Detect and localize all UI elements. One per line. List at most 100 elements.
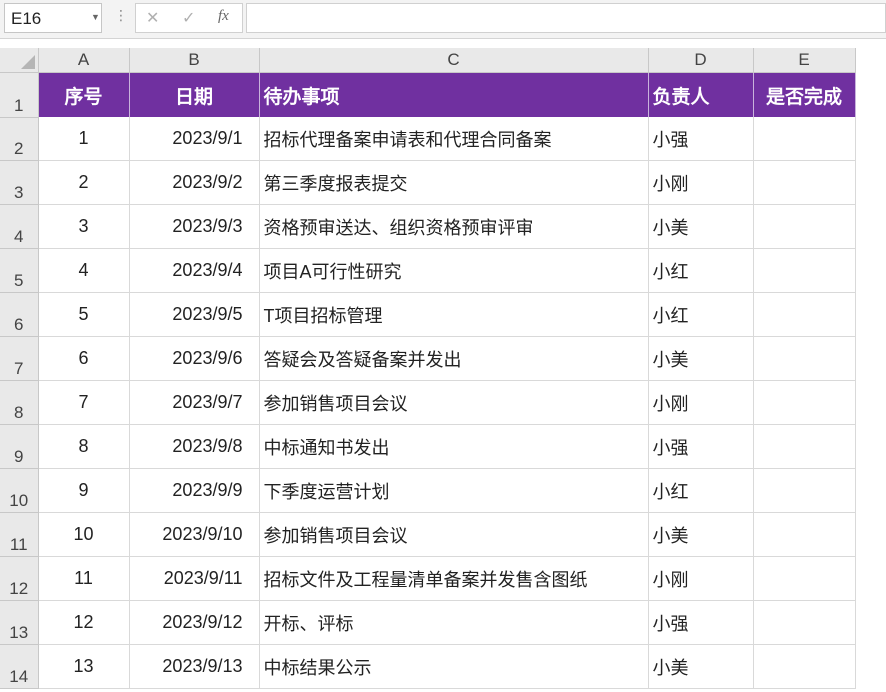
header-cell-owner[interactable]: 负责人 xyxy=(648,72,754,117)
cancel-icon[interactable]: ✕ xyxy=(146,8,159,28)
cell-task[interactable]: T项目招标管理 xyxy=(259,292,649,337)
cell-date[interactable]: 2023/9/3 xyxy=(129,204,260,249)
cell-done[interactable] xyxy=(753,600,856,645)
cell-date[interactable]: 2023/9/10 xyxy=(129,512,260,557)
cell-index[interactable]: 6 xyxy=(38,336,130,381)
cell-task[interactable]: 招标代理备案申请表和代理合同备案 xyxy=(259,117,649,161)
row-header[interactable]: 10 xyxy=(0,468,39,513)
cell-done[interactable] xyxy=(753,468,856,513)
header-cell-date[interactable]: 日期 xyxy=(129,72,260,117)
cell-index[interactable]: 1 xyxy=(38,117,130,161)
cell-task[interactable]: 下季度运营计划 xyxy=(259,468,649,513)
header-cell-done[interactable]: 是否完成 xyxy=(753,72,856,117)
row-header[interactable]: 7 xyxy=(0,336,39,381)
cell-owner[interactable]: 小刚 xyxy=(648,380,754,425)
cell-index[interactable]: 13 xyxy=(38,644,130,689)
row-header[interactable]: 1 xyxy=(0,72,39,118)
cell-index[interactable]: 12 xyxy=(38,600,130,645)
cell-done[interactable] xyxy=(753,160,856,205)
column-header-d[interactable]: D xyxy=(648,48,754,73)
cell-owner[interactable]: 小红 xyxy=(648,468,754,513)
cell-date[interactable]: 2023/9/8 xyxy=(129,424,260,469)
formula-input[interactable] xyxy=(246,3,886,33)
row-header[interactable]: 12 xyxy=(0,556,39,601)
cell-date[interactable]: 2023/9/13 xyxy=(129,644,260,689)
row-header[interactable]: 11 xyxy=(0,512,39,557)
column-header-a[interactable]: A xyxy=(38,48,130,73)
cell-done[interactable] xyxy=(753,204,856,249)
cell-owner[interactable]: 小红 xyxy=(648,248,754,293)
cell-owner[interactable]: 小红 xyxy=(648,292,754,337)
cell-date[interactable]: 2023/9/7 xyxy=(129,380,260,425)
cell-task[interactable]: 招标文件及工程量清单备案并发售含图纸 xyxy=(259,556,649,601)
cell-index[interactable]: 9 xyxy=(38,468,130,513)
cell-done[interactable] xyxy=(753,336,856,381)
cell-index[interactable]: 10 xyxy=(38,512,130,557)
check-icon[interactable]: ✓ xyxy=(182,8,195,28)
cell-task[interactable]: 中标结果公示 xyxy=(259,644,649,689)
row-header[interactable]: 13 xyxy=(0,600,39,645)
table-row: 13 12 2023/9/12 开标、评标 小强 xyxy=(0,600,856,645)
cell-task[interactable]: 中标通知书发出 xyxy=(259,424,649,469)
cell-owner[interactable]: 小强 xyxy=(648,600,754,645)
cell-done[interactable] xyxy=(753,644,856,689)
cell-date[interactable]: 2023/9/4 xyxy=(129,248,260,293)
row-header[interactable]: 6 xyxy=(0,292,39,337)
row-header[interactable]: 5 xyxy=(0,248,39,293)
cell-owner[interactable]: 小美 xyxy=(648,512,754,557)
cell-date[interactable]: 2023/9/12 xyxy=(129,600,260,645)
cell-date[interactable]: 2023/9/9 xyxy=(129,468,260,513)
cell-done[interactable] xyxy=(753,292,856,337)
cell-date[interactable]: 2023/9/1 xyxy=(129,117,260,161)
table-row: 12 11 2023/9/11 招标文件及工程量清单备案并发售含图纸 小刚 xyxy=(0,556,856,601)
cell-index[interactable]: 8 xyxy=(38,424,130,469)
row-header[interactable]: 4 xyxy=(0,204,39,249)
cell-owner[interactable]: 小美 xyxy=(648,336,754,381)
cell-task[interactable]: 项目A可行性研究 xyxy=(259,248,649,293)
cell-owner[interactable]: 小刚 xyxy=(648,160,754,205)
row-header[interactable]: 14 xyxy=(0,644,39,689)
cell-done[interactable] xyxy=(753,380,856,425)
cell-done[interactable] xyxy=(753,248,856,293)
column-header-e[interactable]: E xyxy=(753,48,856,73)
row-header[interactable]: 2 xyxy=(0,117,39,161)
cell-owner[interactable]: 小美 xyxy=(648,204,754,249)
function-icon[interactable]: fx xyxy=(218,8,229,25)
cell-owner[interactable]: 小强 xyxy=(648,424,754,469)
chevron-down-icon[interactable]: ▼ xyxy=(91,12,100,22)
row-header[interactable]: 3 xyxy=(0,160,39,205)
cell-task[interactable]: 开标、评标 xyxy=(259,600,649,645)
cell-task[interactable]: 参加销售项目会议 xyxy=(259,380,649,425)
column-header-c[interactable]: C xyxy=(259,48,649,73)
cell-task[interactable]: 参加销售项目会议 xyxy=(259,512,649,557)
column-header-b[interactable]: B xyxy=(129,48,260,73)
cell-task[interactable]: 答疑会及答疑备案并发出 xyxy=(259,336,649,381)
cell-done[interactable] xyxy=(753,424,856,469)
cell-date[interactable]: 2023/9/2 xyxy=(129,160,260,205)
cell-done[interactable] xyxy=(753,512,856,557)
cell-done[interactable] xyxy=(753,556,856,601)
name-box[interactable]: E16 ▼ xyxy=(4,3,102,33)
table-row: 6 5 2023/9/5 T项目招标管理 小红 xyxy=(0,292,856,337)
select-all-button[interactable] xyxy=(0,48,39,73)
cell-task[interactable]: 资格预审送达、组织资格预审评审 xyxy=(259,204,649,249)
row-header[interactable]: 8 xyxy=(0,380,39,425)
cell-index[interactable]: 11 xyxy=(38,556,130,601)
cell-date[interactable]: 2023/9/11 xyxy=(129,556,260,601)
drag-handle-icon[interactable]: ⋮ xyxy=(114,8,128,22)
cell-owner[interactable]: 小刚 xyxy=(648,556,754,601)
cell-index[interactable]: 3 xyxy=(38,204,130,249)
cell-owner[interactable]: 小美 xyxy=(648,644,754,689)
header-cell-task[interactable]: 待办事项 xyxy=(259,72,649,117)
row-header[interactable]: 9 xyxy=(0,424,39,469)
cell-index[interactable]: 4 xyxy=(38,248,130,293)
cell-done[interactable] xyxy=(753,117,856,161)
cell-owner[interactable]: 小强 xyxy=(648,117,754,161)
cell-task[interactable]: 第三季度报表提交 xyxy=(259,160,649,205)
header-cell-index[interactable]: 序号 xyxy=(38,72,130,117)
cell-date[interactable]: 2023/9/5 xyxy=(129,292,260,337)
cell-date[interactable]: 2023/9/6 xyxy=(129,336,260,381)
cell-index[interactable]: 2 xyxy=(38,160,130,205)
cell-index[interactable]: 7 xyxy=(38,380,130,425)
cell-index[interactable]: 5 xyxy=(38,292,130,337)
